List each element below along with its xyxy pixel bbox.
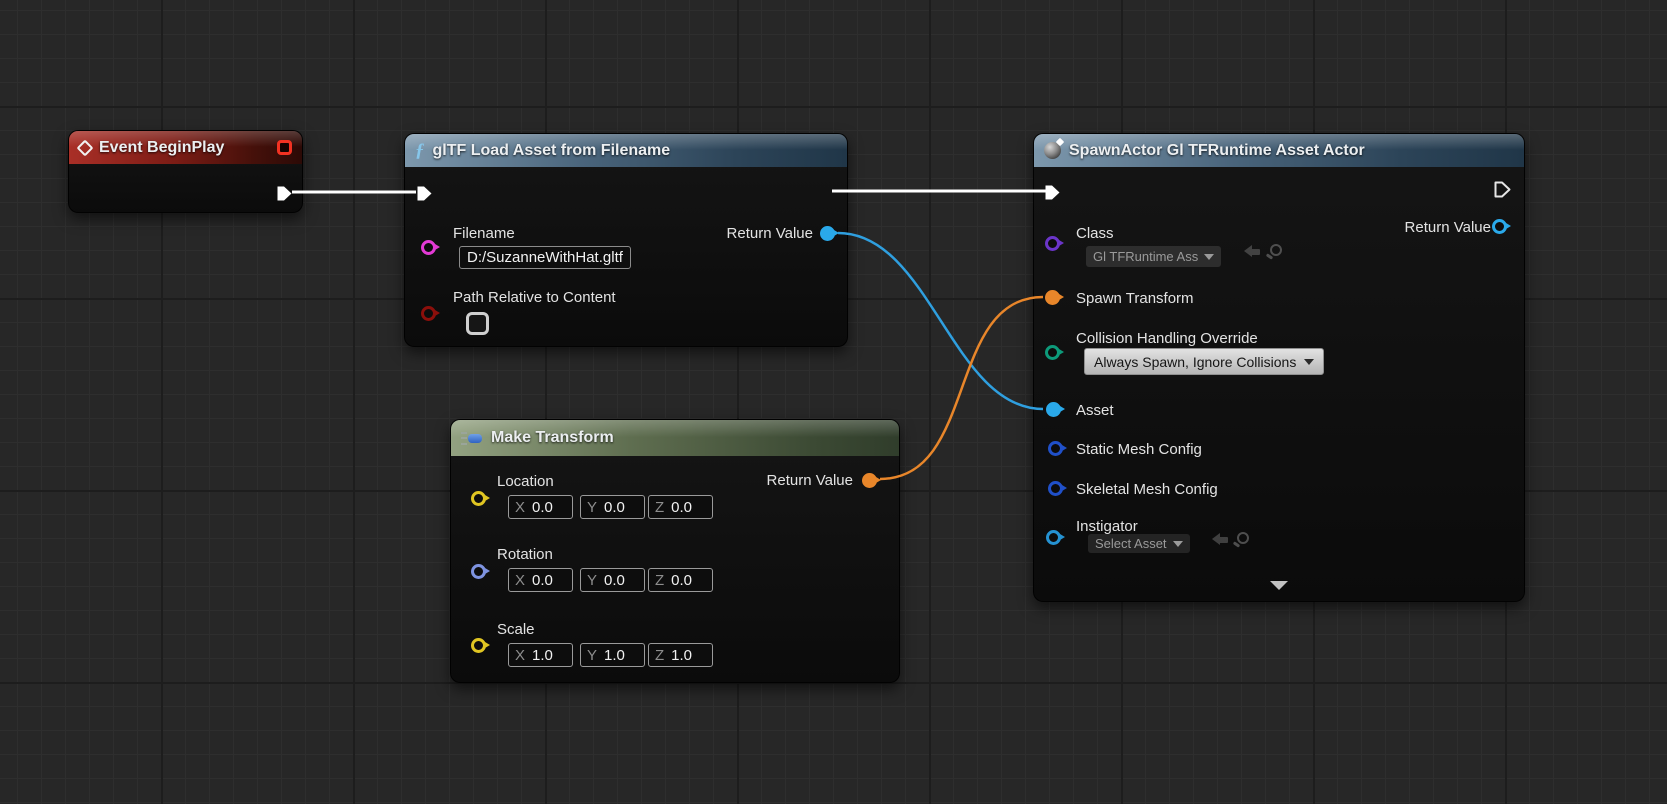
expand-node-arrow[interactable]: [1270, 581, 1288, 590]
scale-y-field[interactable]: Y 1.0: [580, 643, 645, 667]
axis-value: 1.0: [671, 646, 693, 664]
node-title: SpawnActor Gl TFRuntime Asset Actor: [1069, 141, 1365, 159]
axis-label: Z: [655, 498, 665, 516]
path-relative-pin[interactable]: [421, 306, 440, 321]
collision-dropdown[interactable]: Always Spawn, Ignore Collisions: [1084, 348, 1325, 375]
path-relative-checkbox[interactable]: [466, 312, 489, 335]
static-mesh-config-pin[interactable]: [1048, 441, 1067, 456]
axis-label: X: [515, 646, 526, 664]
function-icon: ƒ: [415, 140, 425, 161]
return-value-label: Return Value: [766, 472, 853, 489]
axis-value: 0.0: [604, 571, 625, 589]
rotation-x-field[interactable]: X 0.0: [508, 568, 573, 592]
rotation-label: Rotation: [497, 546, 553, 563]
axis-value: 0.0: [532, 571, 553, 589]
location-y-field[interactable]: Y 0.0: [580, 495, 645, 519]
location-pin[interactable]: [471, 491, 490, 506]
skeletal-mesh-config-label: Skeletal Mesh Config: [1076, 481, 1218, 498]
wire-transform-maketransform-to-spawnactor[interactable]: [879, 295, 1044, 481]
spawn-actor-icon: [1044, 142, 1061, 159]
rotation-z-field[interactable]: Z 0.0: [648, 568, 713, 592]
node-title: glTF Load Asset from Filename: [432, 141, 671, 159]
axis-label: Y: [587, 646, 598, 664]
return-value-pin[interactable]: [1492, 219, 1511, 234]
node-header[interactable]: Event BeginPlay: [69, 131, 302, 164]
scale-z-field[interactable]: Z 1.0: [648, 643, 713, 667]
node-header[interactable]: SpawnActor Gl TFRuntime Asset Actor: [1034, 134, 1524, 167]
spawn-transform-label: Spawn Transform: [1076, 290, 1194, 307]
axis-label: Z: [655, 571, 665, 589]
make-struct-icon: [461, 431, 483, 446]
scale-pin[interactable]: [471, 638, 490, 653]
axis-label: Y: [587, 498, 598, 516]
node-header[interactable]: Make Transform: [451, 420, 899, 456]
class-pin[interactable]: [1045, 236, 1064, 251]
asset-pin[interactable]: [1046, 402, 1065, 417]
return-value-pin[interactable]: [862, 473, 881, 488]
class-dropdown[interactable]: Gl TFRuntime Ass: [1086, 246, 1222, 267]
exec-out-pin[interactable]: [1494, 181, 1511, 198]
wire-asset-gltf-to-spawnactor[interactable]: [837, 231, 1044, 411]
spawn-transform-pin[interactable]: [1045, 290, 1064, 305]
skeletal-mesh-config-pin[interactable]: [1048, 481, 1067, 496]
axis-label: X: [515, 498, 526, 516]
scale-x-field[interactable]: X 1.0: [508, 643, 573, 667]
node-title: Event BeginPlay: [99, 138, 225, 156]
instigator-label: Instigator: [1076, 518, 1138, 535]
event-override-icon: [277, 140, 292, 155]
filename-input[interactable]: D:/SuzanneWithHat.gltf: [459, 246, 631, 269]
location-x-field[interactable]: X 0.0: [508, 495, 573, 519]
path-relative-label: Path Relative to Content: [453, 289, 616, 306]
class-dropdown-value: Gl TFRuntime Ass: [1093, 249, 1199, 264]
collision-dropdown-value: Always Spawn, Ignore Collisions: [1094, 353, 1297, 370]
axis-value: 1.0: [604, 646, 625, 664]
class-label: Class: [1076, 225, 1114, 242]
blueprint-graph-canvas[interactable]: Event BeginPlay ƒ glTF Load Asset from F…: [0, 0, 1667, 804]
axis-label: Z: [655, 646, 665, 664]
instigator-pin[interactable]: [1046, 530, 1065, 545]
scale-label: Scale: [497, 621, 535, 638]
node-spawnactor[interactable]: SpawnActor Gl TFRuntime Asset Actor Clas…: [1033, 133, 1525, 602]
axis-value: 0.0: [671, 498, 693, 516]
event-icon: [76, 139, 94, 156]
rotation-pin[interactable]: [471, 564, 490, 579]
collision-pin[interactable]: [1045, 345, 1064, 360]
rotation-y-field[interactable]: Y 0.0: [580, 568, 645, 592]
collision-label: Collision Handling Override: [1076, 330, 1258, 347]
node-gltf-load-asset[interactable]: ƒ glTF Load Asset from Filename Filename…: [404, 133, 848, 347]
axis-value: 1.0: [532, 646, 553, 664]
node-make-transform[interactable]: Make Transform Location X 0.0 Y 0.0 Z 0.0 R…: [450, 419, 900, 683]
axis-value: 0.0: [604, 498, 625, 516]
axis-label: Y: [587, 571, 598, 589]
static-mesh-config-label: Static Mesh Config: [1076, 441, 1202, 458]
reset-to-default-icon[interactable]: [1212, 533, 1229, 546]
reset-to-default-icon[interactable]: [1244, 245, 1261, 258]
node-title: Make Transform: [491, 429, 614, 446]
browse-search-icon[interactable]: [1270, 244, 1282, 256]
caret-down-icon: [1204, 253, 1215, 260]
return-value-label: Return Value: [726, 225, 813, 242]
axis-value: 0.0: [671, 571, 693, 589]
node-header[interactable]: ƒ glTF Load Asset from Filename: [405, 134, 847, 167]
return-value-label: Return Value: [1404, 219, 1491, 236]
asset-label: Asset: [1076, 402, 1114, 419]
axis-value: 0.0: [532, 498, 553, 516]
exec-out-pin[interactable]: [276, 185, 293, 202]
location-label: Location: [497, 473, 554, 490]
return-value-pin[interactable]: [820, 226, 839, 241]
exec-in-pin[interactable]: [1044, 184, 1061, 201]
filename-pin[interactable]: [421, 240, 440, 255]
node-event-beginplay[interactable]: Event BeginPlay: [68, 130, 303, 213]
browse-search-icon[interactable]: [1237, 532, 1249, 544]
exec-in-pin[interactable]: [416, 185, 433, 202]
filename-label: Filename: [453, 225, 515, 242]
location-z-field[interactable]: Z 0.0: [648, 495, 713, 519]
instigator-dropdown-value: Select Asset: [1095, 536, 1167, 551]
caret-down-icon: [1304, 358, 1315, 365]
axis-label: X: [515, 571, 526, 589]
instigator-dropdown[interactable]: Select Asset: [1088, 534, 1190, 553]
caret-down-icon: [1172, 540, 1183, 547]
